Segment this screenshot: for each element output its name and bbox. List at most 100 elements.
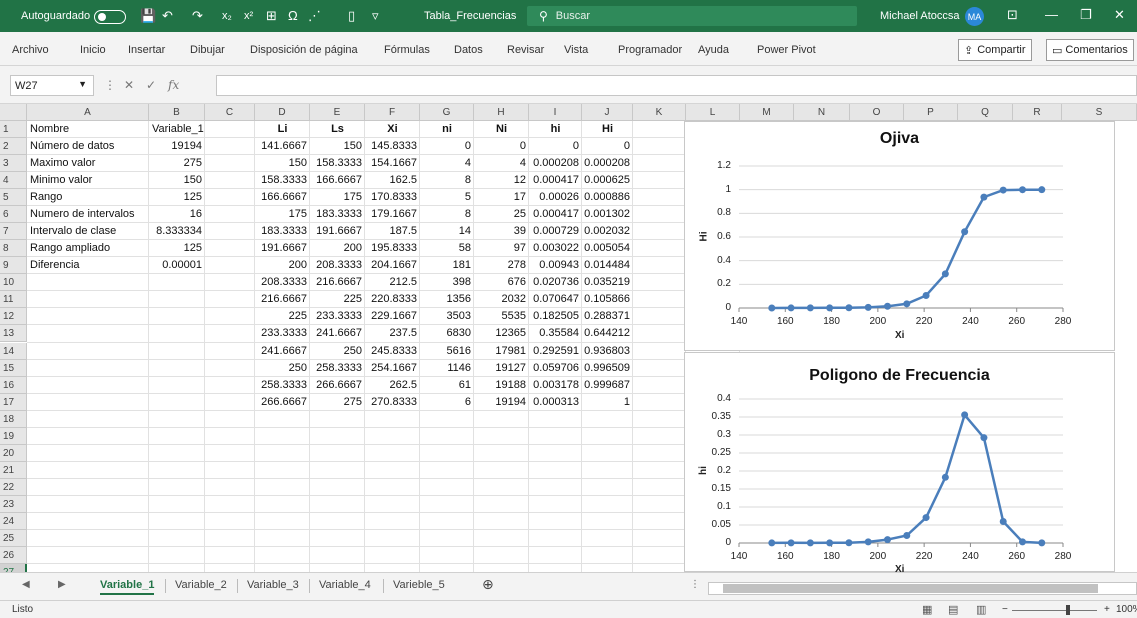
subscript-icon[interactable]: x₂ bbox=[222, 8, 232, 24]
enter-icon[interactable]: ✓ bbox=[146, 78, 156, 92]
close-icon[interactable]: ✕ bbox=[1114, 7, 1125, 23]
row-header-1[interactable]: 1 bbox=[0, 121, 27, 138]
data-point[interactable] bbox=[884, 302, 892, 310]
zoom-in-icon[interactable]: + bbox=[1104, 604, 1110, 615]
worksheet-grid[interactable]: A B C D E F G H I J K L M N O P Q R S 1 2 3 4 5 6 7 8 9 10 11 12 13 14 15… bbox=[0, 104, 1137, 572]
tab-power-pivot[interactable]: Power Pivot bbox=[757, 44, 816, 56]
data-point[interactable] bbox=[768, 304, 776, 312]
data-point[interactable] bbox=[864, 303, 872, 311]
tab-archivo[interactable]: Archivo bbox=[12, 44, 49, 56]
tab-revisar[interactable]: Revisar bbox=[507, 44, 544, 56]
row-header-14[interactable]: 14 bbox=[0, 342, 27, 360]
column-header-g[interactable]: G bbox=[420, 104, 474, 121]
data-point[interactable] bbox=[941, 270, 949, 278]
column-header-a[interactable]: A bbox=[27, 104, 149, 121]
row-header-8[interactable]: 8 bbox=[0, 240, 27, 258]
column-header-p[interactable]: P bbox=[904, 104, 958, 121]
row-header-21[interactable]: 21 bbox=[0, 461, 27, 479]
row-header-3[interactable]: 3 bbox=[0, 155, 27, 173]
row-header-12[interactable]: 12 bbox=[0, 308, 27, 326]
next-sheet-icon[interactable]: ▶ bbox=[58, 579, 66, 590]
column-header-l[interactable]: L bbox=[686, 104, 740, 121]
data-point[interactable] bbox=[1038, 539, 1046, 547]
tab-formulas[interactable]: Fórmulas bbox=[384, 44, 430, 56]
tab-splitter-icon[interactable]: ⋮ bbox=[690, 579, 700, 590]
row-header-23[interactable]: 23 bbox=[0, 495, 27, 513]
column-header-b[interactable]: B bbox=[149, 104, 205, 121]
select-all-corner[interactable] bbox=[0, 104, 27, 121]
sheet-tab-variable-1[interactable]: Variable_1 bbox=[100, 579, 155, 595]
column-header-d[interactable]: D bbox=[255, 104, 310, 121]
column-header-q[interactable]: Q bbox=[958, 104, 1013, 121]
column-header-e[interactable]: E bbox=[310, 104, 365, 121]
data-point[interactable] bbox=[922, 291, 930, 299]
row-header-6[interactable]: 6 bbox=[0, 206, 27, 224]
row-header-15[interactable]: 15 bbox=[0, 359, 27, 377]
row-header-4[interactable]: 4 bbox=[0, 172, 27, 190]
row-header-11[interactable]: 11 bbox=[0, 291, 27, 309]
row-header-18[interactable]: 18 bbox=[0, 410, 27, 428]
redo-icon[interactable]: ↷ bbox=[192, 8, 203, 24]
data-point[interactable] bbox=[768, 539, 776, 547]
data-point[interactable] bbox=[941, 473, 949, 481]
column-header-c[interactable]: C bbox=[205, 104, 255, 121]
row-header-19[interactable]: 19 bbox=[0, 427, 27, 445]
share-button[interactable]: ⇪ Compartir bbox=[958, 39, 1032, 61]
data-point[interactable] bbox=[864, 538, 872, 546]
chevron-down-icon[interactable]: ▼ bbox=[78, 79, 87, 89]
tab-dibujar[interactable]: Dibujar bbox=[190, 44, 225, 56]
comments-button[interactable]: ▭ Comentarios bbox=[1046, 39, 1134, 61]
row-header-22[interactable]: 22 bbox=[0, 478, 27, 496]
row-header-27[interactable]: 27 bbox=[0, 564, 27, 572]
zoom-out-icon[interactable]: − bbox=[1002, 604, 1008, 615]
row-header-24[interactable]: 24 bbox=[0, 512, 27, 530]
new-doc-icon[interactable]: ▯ bbox=[348, 8, 355, 24]
more-options-icon[interactable]: ⋮ bbox=[104, 78, 116, 92]
zoom-level[interactable]: 100% bbox=[1116, 604, 1137, 615]
chart-icon[interactable]: ⋰ bbox=[308, 8, 321, 24]
sheet-tab-variable-3[interactable]: Variable_3 bbox=[247, 579, 299, 591]
insert-function-icon[interactable]: fx bbox=[168, 78, 179, 92]
tab-inicio[interactable]: Inicio bbox=[80, 44, 106, 56]
symbol-icon[interactable]: Ω bbox=[288, 8, 298, 24]
data-point[interactable] bbox=[903, 532, 911, 540]
sheet-tab-varieble-5[interactable]: Varieble_5 bbox=[393, 579, 445, 591]
user-name[interactable]: Michael Atoccsa bbox=[880, 10, 959, 22]
row-header-5[interactable]: 5 bbox=[0, 189, 27, 207]
row-header-2[interactable]: 2 bbox=[0, 138, 27, 156]
row-header-10[interactable]: 10 bbox=[0, 274, 27, 292]
add-sheet-icon[interactable]: ⊕ bbox=[482, 576, 494, 593]
merge-icon[interactable]: ⊞ bbox=[266, 8, 277, 24]
data-point[interactable] bbox=[787, 539, 795, 547]
series-line[interactable] bbox=[771, 188, 1042, 310]
superscript-icon[interactable]: x² bbox=[244, 8, 253, 24]
tab-vista[interactable]: Vista bbox=[564, 44, 588, 56]
tab-programador[interactable]: Programador bbox=[618, 44, 682, 56]
tab-ayuda[interactable]: Ayuda bbox=[698, 44, 729, 56]
data-point[interactable] bbox=[903, 300, 911, 308]
column-header-h[interactable]: H bbox=[474, 104, 529, 121]
row-header-26[interactable]: 26 bbox=[0, 547, 27, 564]
sheet-tab-variable-2[interactable]: Variable_2 bbox=[175, 579, 227, 591]
data-point[interactable] bbox=[980, 434, 988, 442]
data-point[interactable] bbox=[999, 518, 1007, 526]
column-header-i[interactable]: I bbox=[529, 104, 582, 121]
column-header-n[interactable]: N bbox=[794, 104, 850, 121]
column-header-k[interactable]: K bbox=[633, 104, 686, 121]
row-header-7[interactable]: 7 bbox=[0, 223, 27, 241]
name-box[interactable]: W27 ▼ bbox=[10, 75, 94, 96]
undo-icon[interactable]: ↶ bbox=[162, 8, 173, 24]
zoom-slider-knob[interactable] bbox=[1066, 605, 1070, 615]
data-point[interactable] bbox=[806, 304, 814, 312]
column-header-o[interactable]: O bbox=[850, 104, 904, 121]
normal-view-icon[interactable]: ▦ bbox=[922, 603, 932, 616]
row-header-13[interactable]: 13 bbox=[0, 325, 27, 343]
scrollbar-thumb[interactable] bbox=[723, 584, 1098, 593]
data-point[interactable] bbox=[961, 411, 969, 419]
ojiva-chart[interactable]: Ojiva 0 0.2 0.4 0.6 0.8 1 1.2 140 160 180 200 220 240… bbox=[684, 121, 1115, 351]
sheet-tab-variable-4[interactable]: Variable_4 bbox=[319, 579, 371, 591]
data-point[interactable] bbox=[884, 536, 892, 544]
column-header-f[interactable]: F bbox=[365, 104, 420, 121]
zoom-slider[interactable] bbox=[1012, 610, 1097, 611]
prev-sheet-icon[interactable]: ◀ bbox=[22, 579, 30, 590]
